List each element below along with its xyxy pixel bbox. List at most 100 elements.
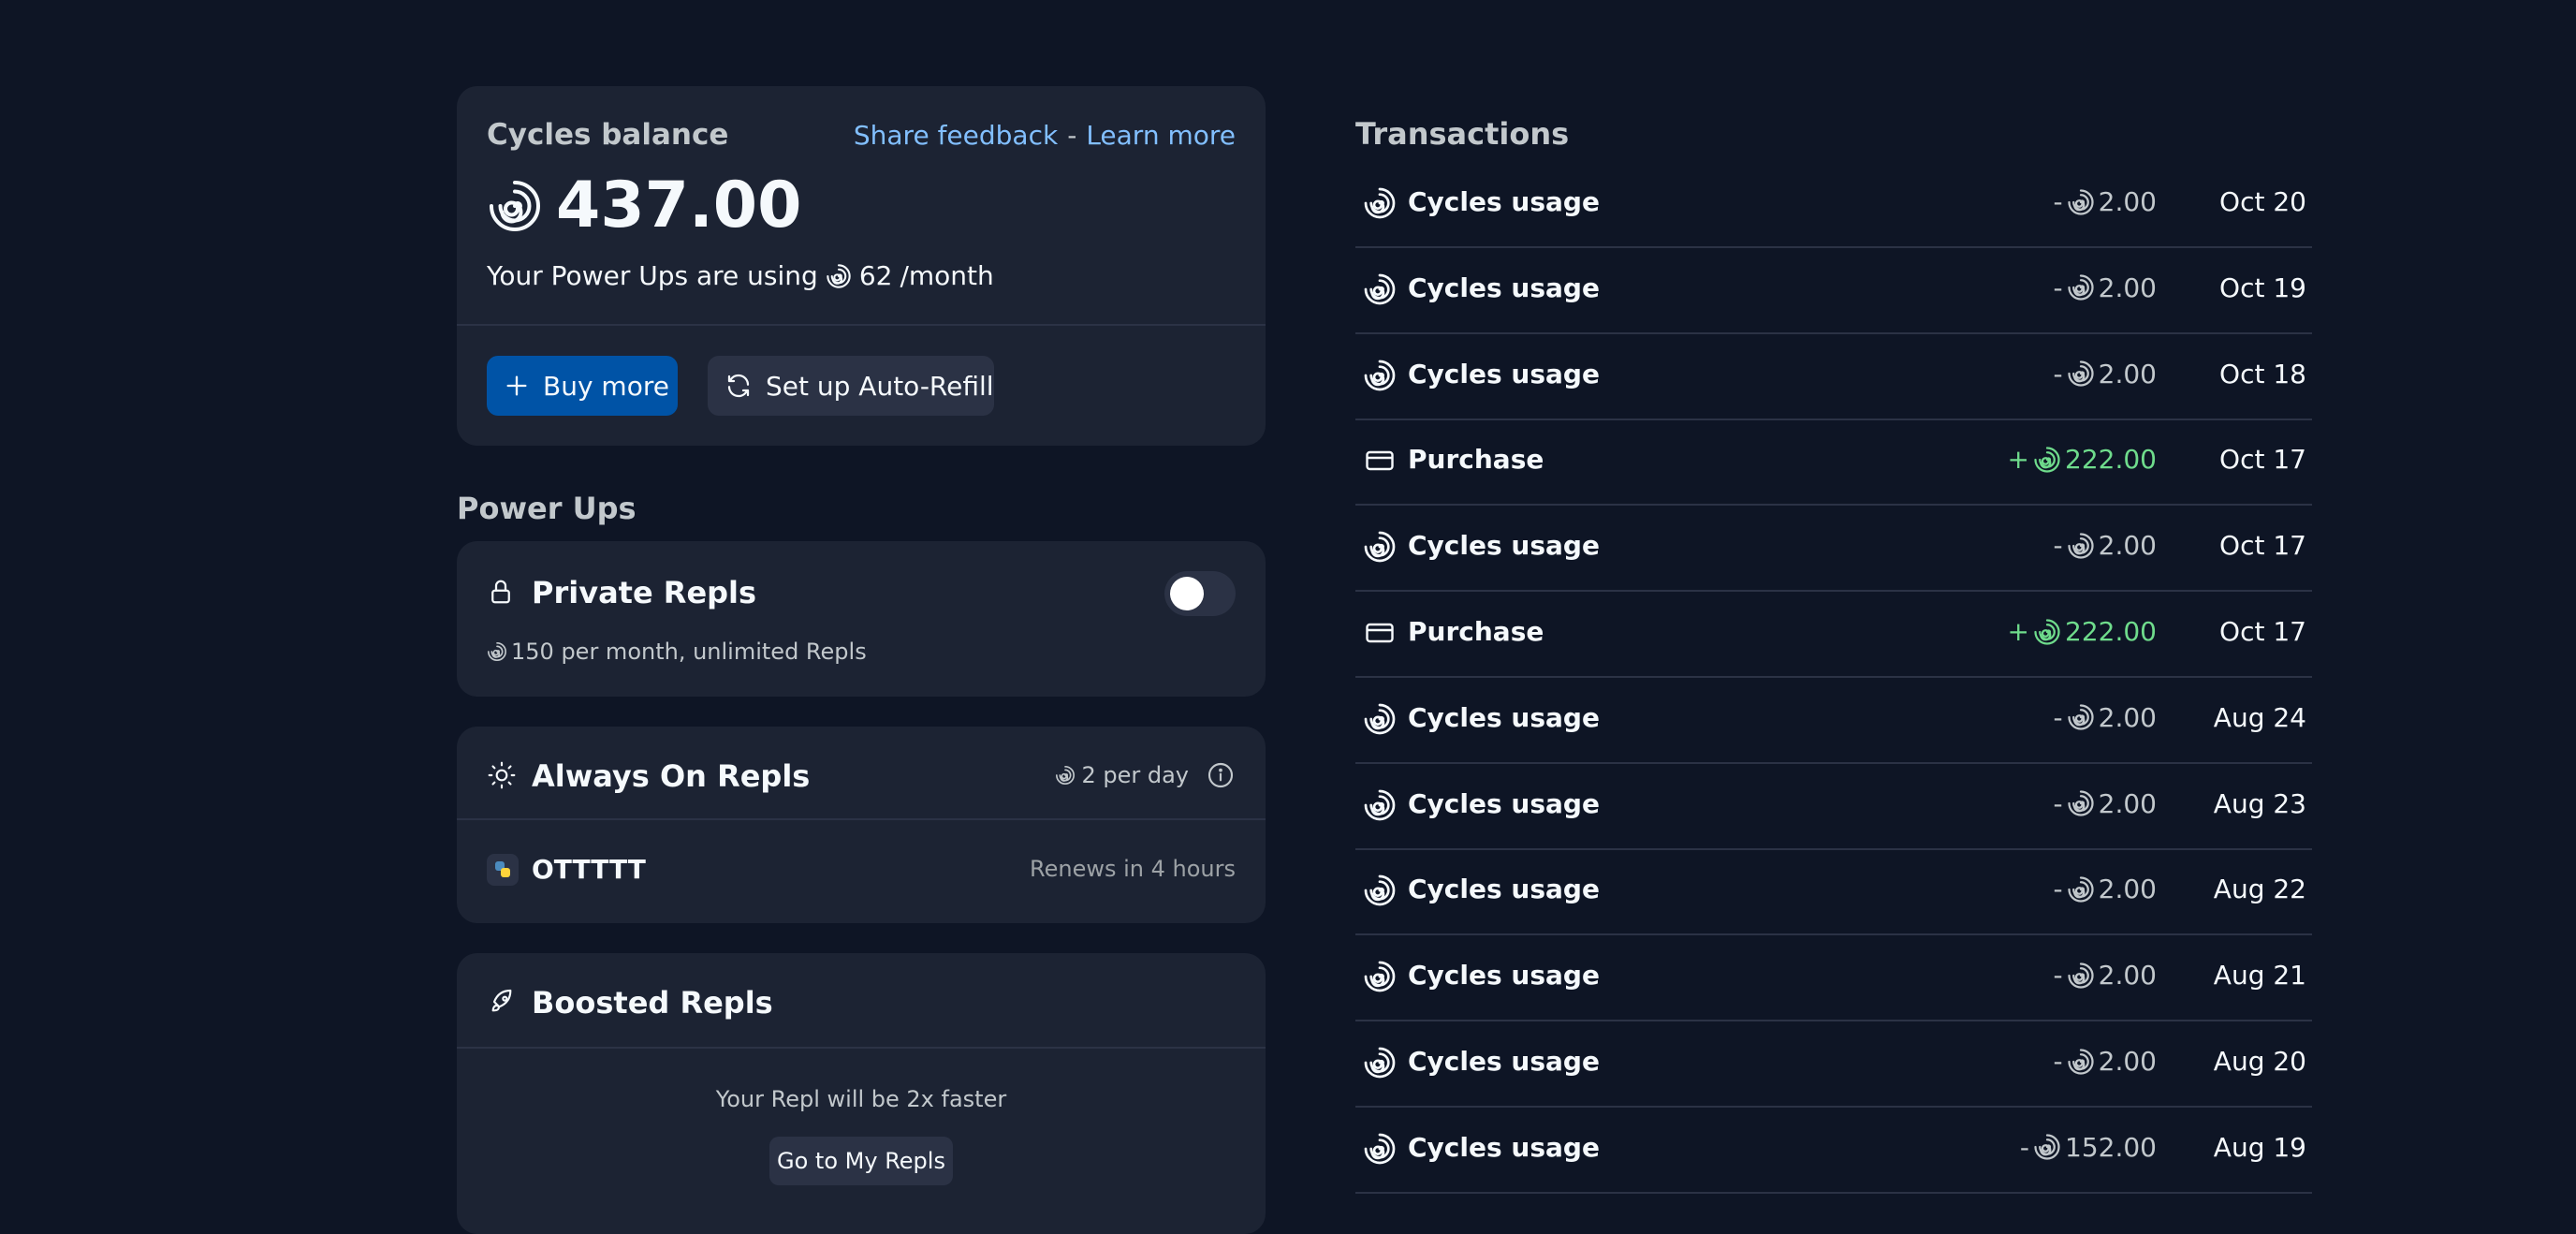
private-repls-toggle[interactable] xyxy=(1164,571,1236,616)
usage-prefix: Your Power Ups are using xyxy=(487,260,818,291)
info-icon[interactable] xyxy=(1206,760,1236,790)
sun-icon xyxy=(488,761,516,789)
amount-sign: - xyxy=(2053,272,2063,303)
cycles-icon xyxy=(2034,447,2060,473)
transaction-label: Purchase xyxy=(1408,444,1544,476)
amount-sign: - xyxy=(2053,186,2063,217)
cycles-balance-card: Cycles balance Share feedback - Learn mo… xyxy=(457,86,1266,446)
cycles-icon xyxy=(2068,1048,2094,1075)
transaction-row: Cycles usage - 2.00 Oct 20 xyxy=(1355,162,2312,248)
purchase-icon xyxy=(1363,444,1397,477)
cycles-icon xyxy=(827,263,851,288)
balance-amount: 437.00 xyxy=(556,169,802,242)
transaction-amount: - 2.00 xyxy=(2054,186,2157,217)
amount-sign: - xyxy=(2053,701,2063,733)
repl-item[interactable]: OTTTTT Renews in 4 hours xyxy=(487,843,1236,899)
header-links: Share feedback - Learn more xyxy=(854,120,1236,151)
share-feedback-link[interactable]: Share feedback xyxy=(854,120,1058,151)
transaction-row: Cycles usage - 2.00 Aug 20 xyxy=(1355,1021,2312,1108)
cycles-icon xyxy=(1364,187,1396,219)
transaction-row: Cycles usage - 2.00 Oct 18 xyxy=(1355,334,2312,420)
lock-icon xyxy=(491,580,510,604)
transaction-amount: - 2.00 xyxy=(2054,272,2157,303)
amount-sign: - xyxy=(2053,358,2063,389)
amount-value: 222.00 xyxy=(2065,444,2157,476)
transaction-row: Cycles usage - 2.00 Aug 22 xyxy=(1355,849,2312,936)
transaction-row: Cycles usage - 152.00 Aug 19 xyxy=(1355,1108,2312,1194)
amount-sign: + xyxy=(2007,616,2030,647)
transaction-amount: - 2.00 xyxy=(2054,702,2157,733)
usage-suffix: /month xyxy=(900,260,994,291)
auto-refill-button[interactable]: Set up Auto-Refill xyxy=(708,356,994,416)
transaction-label: Cycles usage xyxy=(1408,701,1600,733)
buy-more-label: Buy more xyxy=(543,370,669,402)
transaction-label: Cycles usage xyxy=(1408,874,1600,905)
transaction-date: Oct 20 xyxy=(2219,186,2306,217)
amount-value: 2.00 xyxy=(2098,272,2157,303)
cycles-icon xyxy=(1364,703,1396,735)
transaction-row: Purchase +222.00 Oct 17 xyxy=(1355,592,2312,678)
go-to-my-repls-button[interactable]: Go to My Repls xyxy=(769,1137,953,1185)
transaction-row: Cycles usage - 2.00 Oct 19 xyxy=(1355,248,2312,334)
cycles-icon xyxy=(2068,876,2094,903)
amount-sign: - xyxy=(2053,787,2063,819)
transaction-amount: - 2.00 xyxy=(2054,874,2157,904)
divider xyxy=(457,324,1266,326)
transaction-amount: - 2.00 xyxy=(2054,359,2157,389)
cycles-icon xyxy=(2068,360,2094,387)
cycles-icon xyxy=(2068,962,2094,989)
private-repls-desc: 150 per month, unlimited Repls xyxy=(511,639,867,665)
cycles-icon xyxy=(2034,618,2060,645)
transaction-label: Cycles usage xyxy=(1408,358,1600,389)
transaction-label: Cycles usage xyxy=(1408,272,1600,303)
transaction-label: Cycles usage xyxy=(1408,960,1600,992)
transaction-amount: - 2.00 xyxy=(2054,1046,2157,1077)
amount-sign: - xyxy=(2019,1131,2030,1163)
transaction-date: Oct 19 xyxy=(2219,272,2306,303)
amount-sign: - xyxy=(2053,1046,2063,1077)
cycles-icon xyxy=(1364,875,1396,906)
boosted-repls-card: Boosted Repls Your Repl will be 2x faste… xyxy=(457,953,1266,1234)
transactions-title: Transactions xyxy=(1355,116,1570,152)
transaction-label: Purchase xyxy=(1408,616,1544,647)
transaction-label: Cycles usage xyxy=(1408,1131,1600,1163)
cycles-icon xyxy=(1364,1047,1396,1079)
amount-sign: - xyxy=(2053,960,2063,992)
always-on-cost: 2 per day xyxy=(1081,762,1189,788)
transaction-amount: - 2.00 xyxy=(2054,530,2157,561)
transaction-row: Cycles usage - 2.00 Aug 23 xyxy=(1355,764,2312,850)
cycles-usage-icon xyxy=(1363,960,1397,993)
amount-value: 2.00 xyxy=(2098,1046,2157,1077)
usage-amount: 62 xyxy=(858,260,893,291)
transaction-row: Cycles usage - 2.00 Aug 21 xyxy=(1355,935,2312,1022)
transaction-label: Cycles usage xyxy=(1408,186,1600,217)
amount-value: 2.00 xyxy=(2098,701,2157,733)
transaction-amount: - 152.00 xyxy=(2020,1132,2157,1163)
cycles-usage-icon xyxy=(1363,788,1397,822)
transaction-date: Aug 20 xyxy=(2213,1046,2306,1077)
repl-name: OTTTTT xyxy=(532,854,646,885)
transaction-date: Aug 23 xyxy=(2213,787,2306,819)
divider xyxy=(457,1047,1266,1049)
cycles-icon xyxy=(2068,790,2094,816)
amount-value: 2.00 xyxy=(2098,186,2157,217)
transaction-date: Aug 24 xyxy=(2213,701,2306,733)
always-on-title: Always On Repls xyxy=(532,758,811,794)
transaction-date: Aug 19 xyxy=(2213,1131,2306,1163)
divider xyxy=(457,818,1266,820)
buy-more-button[interactable]: Buy more xyxy=(487,356,678,416)
rocket-icon xyxy=(491,989,512,1012)
plus-icon xyxy=(506,375,527,396)
private-repls-card: Private Repls 150 per month, unlimited R… xyxy=(457,541,1266,697)
power-ups-title: Power Ups xyxy=(457,491,637,526)
amount-value: 2.00 xyxy=(2098,787,2157,819)
transaction-date: Oct 17 xyxy=(2219,616,2306,647)
learn-more-link[interactable]: Learn more xyxy=(1086,120,1236,151)
transaction-amount: - 2.00 xyxy=(2054,788,2157,819)
transaction-amount: +222.00 xyxy=(2008,616,2157,647)
transaction-label: Cycles usage xyxy=(1408,530,1600,562)
cycles-icon xyxy=(2068,188,2094,215)
transaction-row: Purchase +222.00 Oct 17 xyxy=(1355,419,2312,507)
cycles-icon xyxy=(2034,1134,2060,1160)
cycles-icon xyxy=(488,642,506,661)
